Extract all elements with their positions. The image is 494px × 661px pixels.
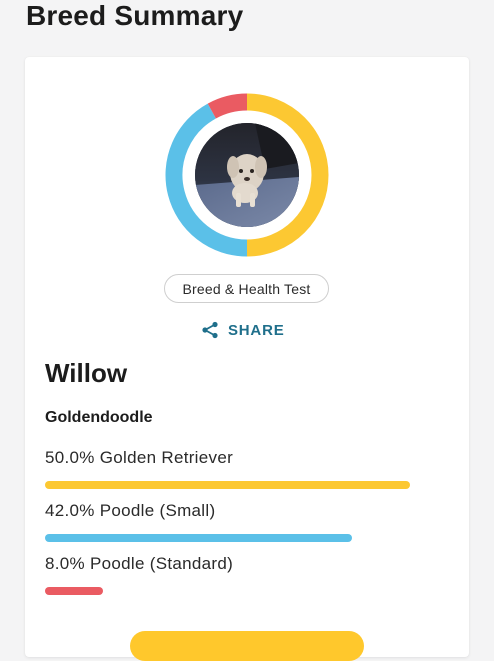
- breed-row-label-poodle-small: 42.0% Poodle (Small): [45, 501, 216, 520]
- breed-name: Goldendoodle: [45, 409, 153, 426]
- breed-row-label-poodle-standard: 8.0% Poodle (Standard): [45, 554, 234, 573]
- breed-summary-card: Breed & Health Test SHARE Willow Goldend…: [25, 57, 469, 661]
- dog-avatar: [195, 123, 299, 227]
- breed-donut-chart: [165, 93, 329, 257]
- share-icon: [202, 321, 218, 339]
- page-title: Breed Summary: [26, 0, 244, 31]
- share-button[interactable]: SHARE: [200, 319, 285, 341]
- breed-bar-poodle-small: [45, 534, 352, 542]
- breed-bar-poodle-standard: [45, 587, 104, 595]
- dog-name: Willow: [45, 358, 128, 388]
- dog-photo-image: [195, 123, 299, 227]
- breed-health-test-chip[interactable]: Breed & Health Test: [164, 274, 329, 303]
- breed-row-label-golden-retriever: 50.0% Golden Retriever: [45, 448, 234, 467]
- share-label: SHARE: [228, 321, 285, 339]
- test-chip-label: Breed & Health Test: [182, 280, 311, 297]
- breed-bar-golden-retriever: [45, 481, 410, 489]
- donut-segment-2: [207, 93, 248, 119]
